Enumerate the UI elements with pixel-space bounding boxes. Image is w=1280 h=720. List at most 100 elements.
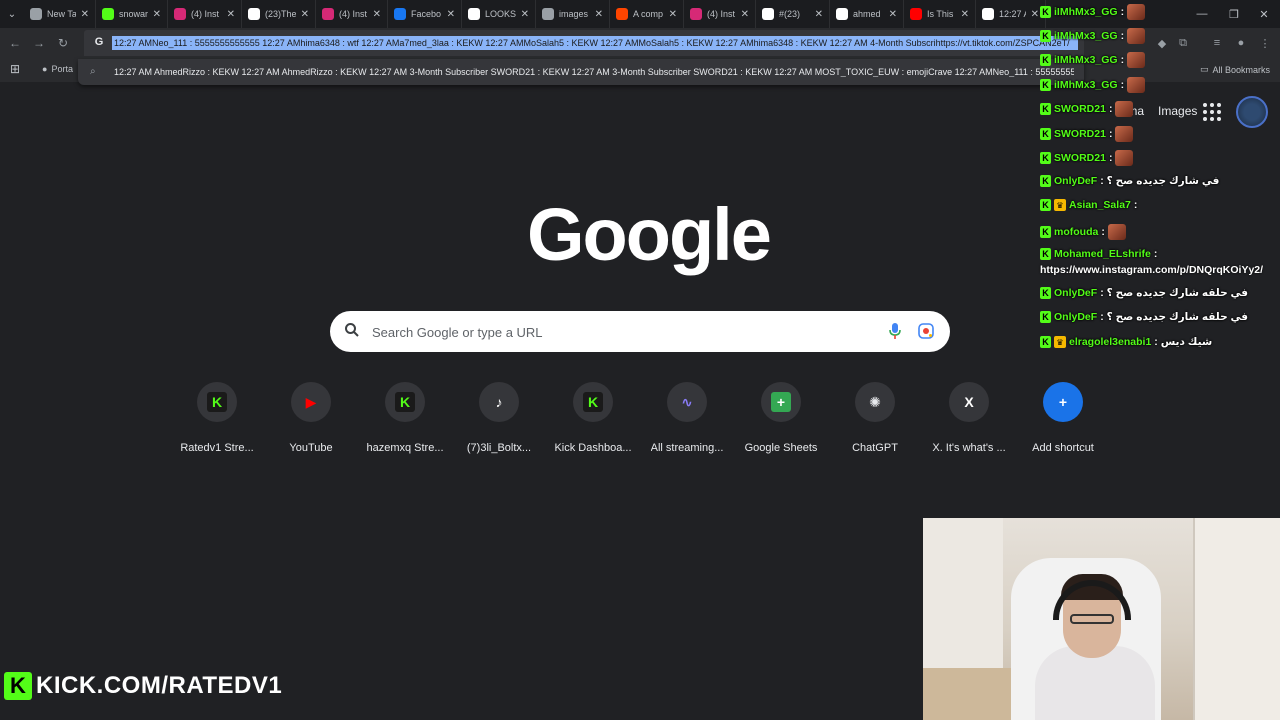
omnibox-suggestion[interactable]: ⌕ 12:27 AM AhmedRizzo : KEKW 12:27 AM Ah… (78, 59, 1084, 85)
bookmark-label: Porta (51, 64, 73, 74)
tab-close-icon[interactable]: ✕ (447, 9, 455, 20)
tab-close-icon[interactable]: ✕ (301, 9, 309, 20)
microphone-icon[interactable] (888, 322, 902, 340)
shortcut-tile[interactable]: K Kick Dashboa... (546, 380, 640, 454)
shortcut-tile[interactable]: + Google Sheets (734, 380, 828, 454)
browser-tab[interactable]: snowar ✕ (96, 0, 168, 28)
emote-icon (1115, 126, 1134, 142)
kick-badge-icon: K (1040, 311, 1051, 323)
tab-close-icon[interactable]: ✕ (521, 9, 529, 20)
chat-username[interactable]: OnlyDeF (1054, 175, 1097, 187)
search-input[interactable] (372, 321, 872, 343)
sheets-icon: + (771, 392, 791, 412)
tab-close-icon[interactable]: ✕ (227, 9, 235, 20)
google-lens-icon[interactable] (918, 323, 934, 339)
emote-icon (1127, 28, 1146, 44)
tab-close-icon[interactable]: ✕ (961, 9, 969, 20)
browser-tab[interactable]: LOOKS ✕ (462, 0, 536, 28)
chat-username[interactable]: OnlyDeF (1054, 311, 1097, 323)
tab-search-icon[interactable]: ⌄ (0, 0, 24, 28)
chat-username[interactable]: iIMhMx3_GG (1054, 79, 1118, 91)
browser-tab[interactable]: (4) Inst ✕ (316, 0, 388, 28)
chat-text: : (1108, 103, 1113, 115)
shortcut-label: Ratedv1 Stre... (180, 442, 254, 454)
chat-username[interactable]: OnlyDeF (1054, 287, 1097, 299)
chat-username[interactable]: SWORD21 (1054, 103, 1106, 115)
tab-close-icon[interactable]: ✕ (153, 9, 161, 20)
plus-icon: + (1058, 394, 1068, 410)
chat-username[interactable]: iIMhMx3_GG (1054, 6, 1118, 18)
chat-username[interactable]: iIMhMx3_GG (1054, 30, 1118, 42)
streaming-icon: ∿ (681, 393, 693, 410)
chat-username[interactable]: Mohamed_ELshrife (1054, 248, 1151, 260)
instagram-icon (174, 8, 186, 20)
shortcut-tile[interactable]: Khazemxq Stre... (358, 380, 452, 454)
kick-badge-icon: K (1040, 103, 1051, 115)
back-icon[interactable]: ← (6, 34, 24, 52)
chat-username[interactable]: Asian_Sala7 (1069, 199, 1131, 211)
chat-username[interactable]: SWORD21 (1054, 128, 1106, 140)
tab-close-icon[interactable]: ✕ (669, 9, 677, 20)
chat-text: : (1108, 152, 1113, 164)
browser-tab[interactable]: Is This ✕ (904, 0, 976, 28)
shortcut-tile[interactable]: ✺ ChatGPT (828, 380, 922, 454)
kick-badge-icon: K (1040, 54, 1051, 66)
shortcut-tile[interactable]: ∿ All streaming... (640, 380, 734, 454)
bookmark-item[interactable]: ● Porta (42, 64, 73, 74)
chat-message: KiIMhMx3_GG: (1040, 77, 1146, 93)
browser-tab[interactable]: (23)The ✕ (242, 0, 316, 28)
chat-text: : (1108, 128, 1113, 140)
search-box[interactable] (330, 311, 950, 352)
tab-title: (4) Inst (707, 9, 736, 19)
suggestion-text: 12:27 AM AhmedRizzo : KEKW 12:27 AM Ahme… (114, 67, 1074, 77)
shortcut-tile[interactable]: + Add shortcut (1016, 380, 1110, 454)
tab-close-icon[interactable]: ✕ (373, 9, 381, 20)
shortcut-icon-circle: ∿ (667, 382, 707, 422)
address-bar-text[interactable]: 12:27 AMNeo_111 : 5555555555555 12:27 AM… (112, 36, 1078, 50)
shortcut-tile[interactable]: ♪ (7)3li_Boltx... (452, 380, 546, 454)
forward-icon[interactable]: → (30, 34, 48, 52)
browser-tab[interactable]: ahmed ✕ (830, 0, 904, 28)
chat-username[interactable]: elragolel3enabi1 (1069, 336, 1151, 348)
screen: ⌄ New Ta ✕ snowar ✕ (4) Inst ✕ (23)The ✕ (4) Ins… (0, 0, 1280, 720)
chat-username[interactable]: mofouda (1054, 226, 1098, 238)
tab-close-icon[interactable]: ✕ (1031, 9, 1039, 20)
browser-tab[interactable]: New Ta ✕ (24, 0, 96, 28)
browser-tab[interactable]: (4) Inst ✕ (684, 0, 756, 28)
tab-title: ahmed (853, 9, 881, 19)
browser-tab[interactable]: Facebo ✕ (388, 0, 462, 28)
chat-message: K OnlyDeF: في شارك جديده صح ؟ (1040, 175, 1219, 187)
emote-icon (1115, 101, 1134, 117)
kick-badge-icon: K (1040, 6, 1051, 18)
browser-tab[interactable]: images ✕ (536, 0, 610, 28)
chatgpt-icon: ✺ (869, 393, 881, 410)
tab-list: New Ta ✕ snowar ✕ (4) Inst ✕ (23)The ✕ (4) Inst ✕… (24, 0, 1046, 28)
browser-tab[interactable]: 12:27 A ✕ (976, 0, 1046, 28)
tab-title: (4) Inst (339, 9, 368, 19)
tab-close-icon[interactable]: ✕ (81, 9, 89, 20)
tab-close-icon[interactable]: ✕ (815, 9, 823, 20)
shortcut-icon-circle: K (385, 382, 425, 422)
chat-username[interactable]: SWORD21 (1054, 152, 1106, 164)
shortcut-icon-circle: ✺ (855, 382, 895, 422)
address-bar[interactable]: G 12:27 AMNeo_111 : 5555555555555 12:27 … (84, 30, 1084, 56)
browser-tab[interactable]: A comp ✕ (610, 0, 684, 28)
chat-text: : في شارك جديده صح ؟ (1100, 175, 1220, 187)
tab-close-icon[interactable]: ✕ (595, 9, 603, 20)
apps-icon[interactable]: ⊞ (10, 62, 20, 76)
shortcut-tile[interactable]: ▶ YouTube (264, 380, 358, 454)
kick-logo-icon: K (4, 672, 32, 700)
kick-icon: K (583, 392, 603, 412)
reload-icon[interactable]: ↻ (54, 34, 72, 52)
browser-tab[interactable]: #(23) ✕ (756, 0, 830, 28)
tab-close-icon[interactable]: ✕ (741, 9, 749, 20)
emote-icon (1127, 52, 1146, 68)
tab-title: Facebo (411, 9, 442, 19)
browser-tab[interactable]: (4) Inst ✕ (168, 0, 242, 28)
emote-icon (1107, 224, 1126, 240)
shortcut-tile[interactable]: K Ratedv1 Stre... (170, 380, 264, 454)
chat-username[interactable]: iIMhMx3_GG (1054, 54, 1118, 66)
tab-close-icon[interactable]: ✕ (889, 9, 897, 20)
shortcut-tile[interactable]: X X. It's what's ... (922, 380, 1016, 454)
facebook-icon (394, 8, 406, 20)
